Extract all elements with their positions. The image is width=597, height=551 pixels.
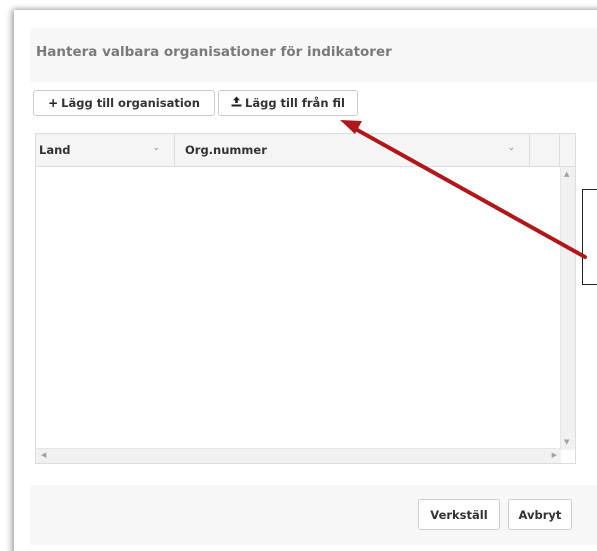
- add-organization-button[interactable]: + Lägg till organisation: [33, 90, 215, 116]
- column-header-org-number[interactable]: Org.nummer ⌄: [175, 134, 530, 166]
- add-organization-label: Lägg till organisation: [61, 96, 200, 110]
- screen: Hantera valbara organisationer för indik…: [0, 0, 597, 551]
- plus-icon: +: [48, 96, 59, 110]
- annotation-callout-box: [582, 189, 597, 285]
- scroll-right-icon[interactable]: ▶: [552, 451, 557, 459]
- dialog-title: Hantera valbara organisationer för indik…: [36, 44, 392, 60]
- vertical-scrollbar[interactable]: ▲ ▼: [560, 167, 575, 450]
- chevron-down-icon[interactable]: ⌄: [152, 143, 160, 153]
- add-from-file-label: Lägg till från fil: [245, 96, 345, 110]
- grid-body: [36, 167, 561, 448]
- add-from-file-button[interactable]: Lägg till från fil: [218, 90, 358, 116]
- cancel-button[interactable]: Avbryt: [508, 499, 572, 530]
- column-label-org-number: Org.nummer: [185, 143, 267, 157]
- column-label-land: Land: [39, 143, 71, 157]
- column-header-extra: [530, 134, 560, 166]
- horizontal-scrollbar[interactable]: ◀ ▶: [36, 448, 561, 463]
- manage-organizations-dialog: Hantera valbara organisationer för indik…: [14, 10, 597, 551]
- scroll-up-icon[interactable]: ▲: [564, 170, 569, 178]
- organizations-grid: Land ⌄ Org.nummer ⌄ ▲ ▼ ◀ ▶: [35, 133, 576, 464]
- scroll-down-icon[interactable]: ▼: [564, 438, 569, 446]
- chevron-down-icon[interactable]: ⌄: [507, 143, 515, 153]
- column-header-land[interactable]: Land ⌄: [36, 134, 175, 166]
- scroll-left-icon[interactable]: ◀: [41, 451, 46, 459]
- apply-button[interactable]: Verkställ: [418, 499, 500, 530]
- grid-header: Land ⌄ Org.nummer ⌄: [36, 134, 575, 167]
- dialog-header: Hantera valbara organisationer för indik…: [30, 28, 597, 82]
- upload-icon: [231, 96, 242, 110]
